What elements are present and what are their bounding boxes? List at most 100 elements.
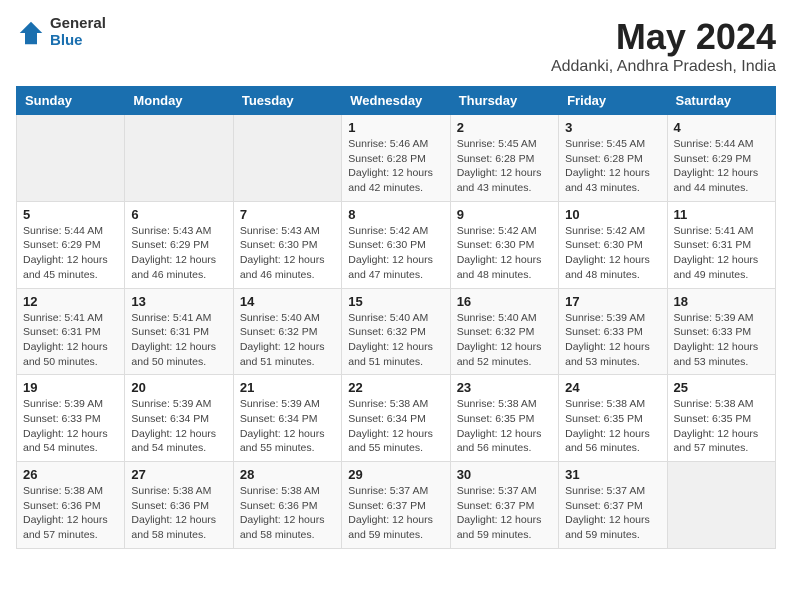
calendar-cell: 16 Sunrise: 5:40 AMSunset: 6:32 PMDayligh… bbox=[450, 288, 558, 375]
day-info: Sunrise: 5:44 AMSunset: 6:29 PMDaylight:… bbox=[674, 137, 769, 196]
day-info: Sunrise: 5:38 AMSunset: 6:36 PMDaylight:… bbox=[131, 484, 226, 543]
calendar-cell: 31 Sunrise: 5:37 AMSunset: 6:37 PMDayligh… bbox=[559, 462, 667, 549]
day-number: 24 bbox=[565, 380, 660, 395]
day-info: Sunrise: 5:39 AMSunset: 6:34 PMDaylight:… bbox=[240, 397, 335, 456]
day-number: 11 bbox=[674, 207, 769, 222]
calendar-cell: 25Sunrise: 5:38 AMSunset: 6:35 PMDayligh… bbox=[667, 375, 775, 462]
calendar-cell: 27 Sunrise: 5:38 AMSunset: 6:36 PMDayligh… bbox=[125, 462, 233, 549]
page-header: General Blue May 2024 Addanki, Andhra Pr… bbox=[16, 16, 776, 76]
day-info: Sunrise: 5:41 AMSunset: 6:31 PMDaylight:… bbox=[674, 224, 769, 283]
weekday-header: Thursday bbox=[450, 87, 558, 115]
day-info: Sunrise: 5:37 AMSunset: 6:37 PMDaylight:… bbox=[457, 484, 552, 543]
day-info: Sunrise: 5:46 AMSunset: 6:28 PMDaylight:… bbox=[348, 137, 443, 196]
calendar-cell: 5Sunrise: 5:44 AMSunset: 6:29 PMDaylight… bbox=[17, 201, 125, 288]
day-info: Sunrise: 5:38 AMSunset: 6:35 PMDaylight:… bbox=[457, 397, 552, 456]
logo-text: General Blue bbox=[50, 16, 106, 49]
calendar-cell: 8 Sunrise: 5:42 AMSunset: 6:30 PMDaylight… bbox=[342, 201, 450, 288]
day-number: 20 bbox=[131, 380, 226, 395]
calendar-cell: 1Sunrise: 5:46 AMSunset: 6:28 PMDaylight… bbox=[342, 115, 450, 202]
day-number: 17 bbox=[565, 294, 660, 309]
calendar-week-row: 12 Sunrise: 5:41 AMSunset: 6:31 PMDayligh… bbox=[17, 288, 776, 375]
calendar-cell: 11 Sunrise: 5:41 AMSunset: 6:31 PMDayligh… bbox=[667, 201, 775, 288]
calendar-cell: 10Sunrise: 5:42 AMSunset: 6:30 PMDayligh… bbox=[559, 201, 667, 288]
day-info: Sunrise: 5:40 AMSunset: 6:32 PMDaylight:… bbox=[457, 311, 552, 370]
day-number: 7 bbox=[240, 207, 335, 222]
weekday-header: Saturday bbox=[667, 87, 775, 115]
calendar-cell: 30Sunrise: 5:37 AMSunset: 6:37 PMDayligh… bbox=[450, 462, 558, 549]
day-number: 22 bbox=[348, 380, 443, 395]
logo-icon bbox=[16, 18, 46, 48]
day-number: 27 bbox=[131, 467, 226, 482]
calendar-cell: 3 Sunrise: 5:45 AMSunset: 6:28 PMDaylight… bbox=[559, 115, 667, 202]
day-info: Sunrise: 5:39 AMSunset: 6:33 PMDaylight:… bbox=[674, 311, 769, 370]
day-number: 8 bbox=[348, 207, 443, 222]
day-info: Sunrise: 5:42 AMSunset: 6:30 PMDaylight:… bbox=[565, 224, 660, 283]
day-info: Sunrise: 5:38 AMSunset: 6:36 PMDaylight:… bbox=[240, 484, 335, 543]
calendar-cell: 14 Sunrise: 5:40 AMSunset: 6:32 PMDayligh… bbox=[233, 288, 341, 375]
day-number: 12 bbox=[23, 294, 118, 309]
calendar-cell: 6Sunrise: 5:43 AMSunset: 6:29 PMDaylight… bbox=[125, 201, 233, 288]
logo-general-text: General bbox=[50, 16, 106, 33]
weekday-header: Sunday bbox=[17, 87, 125, 115]
calendar-cell: 19Sunrise: 5:39 AMSunset: 6:33 PMDayligh… bbox=[17, 375, 125, 462]
day-number: 6 bbox=[131, 207, 226, 222]
day-info: Sunrise: 5:37 AMSunset: 6:37 PMDaylight:… bbox=[565, 484, 660, 543]
day-number: 15 bbox=[348, 294, 443, 309]
calendar-cell: 9Sunrise: 5:42 AMSunset: 6:30 PMDaylight… bbox=[450, 201, 558, 288]
calendar-week-row: 19Sunrise: 5:39 AMSunset: 6:33 PMDayligh… bbox=[17, 375, 776, 462]
day-info: Sunrise: 5:43 AMSunset: 6:30 PMDaylight:… bbox=[240, 224, 335, 283]
day-number: 23 bbox=[457, 380, 552, 395]
calendar-cell: 24 Sunrise: 5:38 AMSunset: 6:35 PMDayligh… bbox=[559, 375, 667, 462]
day-number: 28 bbox=[240, 467, 335, 482]
title-area: May 2024 Addanki, Andhra Pradesh, India bbox=[551, 16, 776, 76]
calendar-cell: 20Sunrise: 5:39 AMSunset: 6:34 PMDayligh… bbox=[125, 375, 233, 462]
day-number: 25 bbox=[674, 380, 769, 395]
calendar-cell: 13Sunrise: 5:41 AMSunset: 6:31 PMDayligh… bbox=[125, 288, 233, 375]
day-number: 2 bbox=[457, 120, 552, 135]
weekday-header: Tuesday bbox=[233, 87, 341, 115]
calendar-cell bbox=[17, 115, 125, 202]
calendar-cell: 2Sunrise: 5:45 AMSunset: 6:28 PMDaylight… bbox=[450, 115, 558, 202]
calendar-cell: 26 Sunrise: 5:38 AMSunset: 6:36 PMDayligh… bbox=[17, 462, 125, 549]
day-number: 5 bbox=[23, 207, 118, 222]
calendar-cell: 21 Sunrise: 5:39 AMSunset: 6:34 PMDayligh… bbox=[233, 375, 341, 462]
calendar-cell: 4 Sunrise: 5:44 AMSunset: 6:29 PMDaylight… bbox=[667, 115, 775, 202]
logo: General Blue bbox=[16, 16, 106, 49]
day-info: Sunrise: 5:38 AMSunset: 6:35 PMDaylight:… bbox=[565, 397, 660, 456]
day-info: Sunrise: 5:39 AMSunset: 6:33 PMDaylight:… bbox=[565, 311, 660, 370]
calendar-cell: 22 Sunrise: 5:38 AMSunset: 6:34 PMDayligh… bbox=[342, 375, 450, 462]
day-number: 26 bbox=[23, 467, 118, 482]
day-info: Sunrise: 5:45 AMSunset: 6:28 PMDaylight:… bbox=[565, 137, 660, 196]
day-info: Sunrise: 5:41 AMSunset: 6:31 PMDaylight:… bbox=[23, 311, 118, 370]
weekday-header: Friday bbox=[559, 87, 667, 115]
location-title: Addanki, Andhra Pradesh, India bbox=[551, 58, 776, 76]
weekday-header-row: SundayMondayTuesdayWednesdayThursdayFrid… bbox=[17, 87, 776, 115]
calendar-cell: 17 Sunrise: 5:39 AMSunset: 6:33 PMDayligh… bbox=[559, 288, 667, 375]
day-number: 21 bbox=[240, 380, 335, 395]
day-number: 14 bbox=[240, 294, 335, 309]
day-number: 4 bbox=[674, 120, 769, 135]
day-info: Sunrise: 5:39 AMSunset: 6:33 PMDaylight:… bbox=[23, 397, 118, 456]
calendar-cell bbox=[667, 462, 775, 549]
day-info: Sunrise: 5:41 AMSunset: 6:31 PMDaylight:… bbox=[131, 311, 226, 370]
day-info: Sunrise: 5:40 AMSunset: 6:32 PMDaylight:… bbox=[240, 311, 335, 370]
calendar-cell bbox=[125, 115, 233, 202]
calendar-cell: 15 Sunrise: 5:40 AMSunset: 6:32 PMDayligh… bbox=[342, 288, 450, 375]
calendar-cell bbox=[233, 115, 341, 202]
day-info: Sunrise: 5:38 AMSunset: 6:34 PMDaylight:… bbox=[348, 397, 443, 456]
day-info: Sunrise: 5:42 AMSunset: 6:30 PMDaylight:… bbox=[348, 224, 443, 283]
day-number: 16 bbox=[457, 294, 552, 309]
weekday-header: Monday bbox=[125, 87, 233, 115]
day-info: Sunrise: 5:38 AMSunset: 6:36 PMDaylight:… bbox=[23, 484, 118, 543]
calendar-cell: 7 Sunrise: 5:43 AMSunset: 6:30 PMDaylight… bbox=[233, 201, 341, 288]
day-number: 18 bbox=[674, 294, 769, 309]
calendar-cell: 28 Sunrise: 5:38 AMSunset: 6:36 PMDayligh… bbox=[233, 462, 341, 549]
calendar-cell: 29Sunrise: 5:37 AMSunset: 6:37 PMDayligh… bbox=[342, 462, 450, 549]
day-info: Sunrise: 5:40 AMSunset: 6:32 PMDaylight:… bbox=[348, 311, 443, 370]
calendar-week-row: 5Sunrise: 5:44 AMSunset: 6:29 PMDaylight… bbox=[17, 201, 776, 288]
calendar-cell: 18 Sunrise: 5:39 AMSunset: 6:33 PMDayligh… bbox=[667, 288, 775, 375]
calendar-week-row: 1Sunrise: 5:46 AMSunset: 6:28 PMDaylight… bbox=[17, 115, 776, 202]
day-number: 3 bbox=[565, 120, 660, 135]
day-number: 29 bbox=[348, 467, 443, 482]
day-number: 31 bbox=[565, 467, 660, 482]
